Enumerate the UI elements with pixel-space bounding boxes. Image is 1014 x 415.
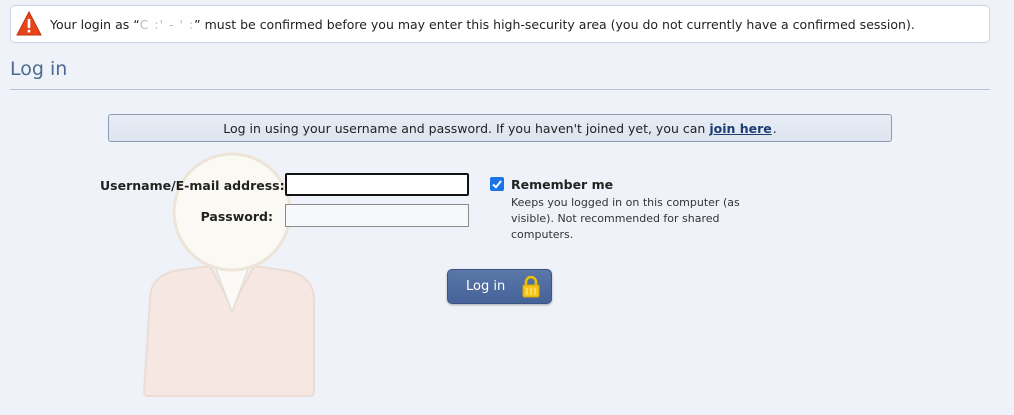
login-info-bar: Log in using your username and password.… <box>108 114 892 142</box>
warning-message: Your login as “C :' - ' :” must be confi… <box>50 16 915 32</box>
info-end: . <box>772 120 777 136</box>
info-text: Log in using your username and password.… <box>223 120 706 136</box>
remember-me-label[interactable]: Remember me <box>511 177 613 192</box>
password-input[interactable] <box>285 204 469 227</box>
remember-me-hint: Keeps you logged in on this computer (as… <box>511 196 740 241</box>
checkmark-icon <box>492 180 502 189</box>
join-here-link[interactable]: join here <box>709 121 771 136</box>
masked-username: C :' - ' : <box>139 16 195 32</box>
username-label: Username/E-mail address: <box>100 178 285 193</box>
username-input[interactable] <box>285 173 469 196</box>
session-warning-banner: Your login as “C :' - ' :” must be confi… <box>10 5 990 43</box>
log-in-button[interactable]: Log in <box>447 269 552 304</box>
log-in-button-label: Log in <box>466 279 506 294</box>
remember-me-checkbox[interactable] <box>490 177 504 191</box>
password-label: Password: <box>200 209 273 224</box>
warning-triangle-icon <box>16 11 42 36</box>
page-title: Log in <box>10 58 68 80</box>
title-divider <box>10 89 990 90</box>
padlock-icon <box>522 276 540 298</box>
login-page: Your login as “C :' - ' :” must be confi… <box>0 0 1014 415</box>
